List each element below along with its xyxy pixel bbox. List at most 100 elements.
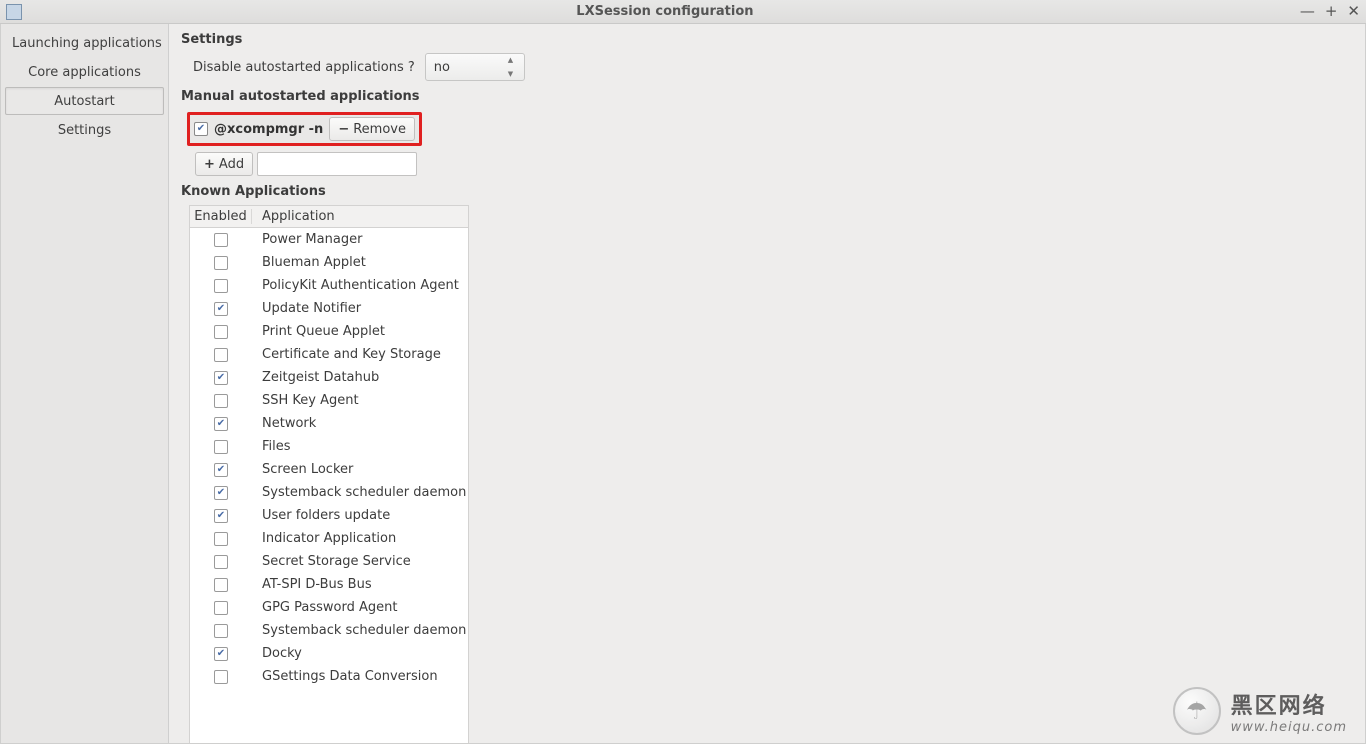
remove-button-label: Remove [353,122,406,137]
table-row[interactable]: Indicator Application [190,527,468,550]
row-enabled-checkbox[interactable] [214,256,228,270]
table-row[interactable]: Print Queue Applet [190,320,468,343]
row-app-name: Indicator Application [252,531,468,546]
row-app-name: Blueman Applet [252,255,468,270]
add-button[interactable]: + Add [195,152,253,176]
table-row[interactable]: Blueman Applet [190,251,468,274]
watermark-cn: 黑区网络 [1231,688,1347,720]
row-enabled-checkbox[interactable] [214,417,228,431]
sidebar-tab-autostart[interactable]: Autostart [5,87,164,115]
row-enabled-checkbox[interactable] [214,532,228,546]
row-enabled-checkbox[interactable] [214,509,228,523]
table-row[interactable]: Network [190,412,468,435]
table-row[interactable]: PolicyKit Authentication Agent [190,274,468,297]
row-enabled-checkbox[interactable] [214,670,228,684]
maximize-button[interactable]: + [1325,4,1338,19]
watermark-logo-icon: ☂ [1173,687,1221,735]
row-enabled-cell [190,578,252,592]
row-enabled-cell [190,509,252,523]
table-row[interactable]: Files [190,435,468,458]
table-row[interactable]: SSH Key Agent [190,389,468,412]
row-enabled-checkbox[interactable] [214,486,228,500]
row-app-name: Systemback scheduler daemon [252,623,468,638]
column-application[interactable]: Application [252,209,468,224]
row-enabled-cell [190,624,252,638]
minus-icon: − [338,122,349,137]
table-row[interactable]: Systemback scheduler daemon [190,481,468,504]
remove-button[interactable]: − Remove [329,117,415,141]
table-row[interactable]: Screen Locker [190,458,468,481]
sidebar-tab-core-applications[interactable]: Core applications [5,58,164,86]
row-enabled-checkbox[interactable] [214,302,228,316]
row-enabled-checkbox[interactable] [214,440,228,454]
row-enabled-checkbox[interactable] [214,463,228,477]
table-row[interactable]: GPG Password Agent [190,596,468,619]
table-header: Enabled Application [190,206,468,228]
manual-entry-checkbox[interactable] [194,122,208,136]
combo-spinner-icon: ▲▼ [508,56,518,78]
row-enabled-cell [190,325,252,339]
row-enabled-checkbox[interactable] [214,371,228,385]
row-enabled-checkbox[interactable] [214,601,228,615]
row-app-name: Network [252,416,468,431]
row-app-name: Certificate and Key Storage [252,347,468,362]
row-enabled-cell [190,532,252,546]
disable-autostart-value: no [434,60,450,75]
row-enabled-checkbox[interactable] [214,233,228,247]
table-row[interactable]: Zeitgeist Datahub [190,366,468,389]
row-app-name: User folders update [252,508,468,523]
sidebar-tab-settings[interactable]: Settings [5,116,164,144]
known-apps-table: Enabled Application Power Manager Blueman… [189,205,469,743]
row-enabled-checkbox[interactable] [214,578,228,592]
table-row[interactable]: Systemback scheduler daemon [190,619,468,642]
row-enabled-checkbox[interactable] [214,279,228,293]
table-row[interactable]: Secret Storage Service [190,550,468,573]
add-button-label: Add [219,157,244,172]
close-button[interactable]: ✕ [1347,4,1360,19]
row-enabled-checkbox[interactable] [214,394,228,408]
table-row[interactable]: Docky [190,642,468,665]
row-enabled-checkbox[interactable] [214,647,228,661]
add-entry-row: + Add [189,152,1353,176]
disable-autostart-combo[interactable]: no ▲▼ [425,53,525,81]
row-enabled-checkbox[interactable] [214,325,228,339]
minimize-button[interactable]: — [1300,4,1315,19]
row-app-name: GSettings Data Conversion [252,669,468,684]
table-row[interactable]: Certificate and Key Storage [190,343,468,366]
row-enabled-checkbox[interactable] [214,624,228,638]
sidebar: Launching applicationsCore applicationsA… [1,24,169,743]
settings-heading: Settings [181,32,1353,47]
row-enabled-cell [190,486,252,500]
table-row[interactable]: Update Notifier [190,297,468,320]
manual-autostart-entry: @xcompmgr -n − Remove [187,112,422,146]
window-title: LXSession configuration [30,4,1300,19]
sidebar-tab-launching-applications[interactable]: Launching applications [5,29,164,57]
manual-entry-command: @xcompmgr -n [214,122,323,137]
row-enabled-checkbox[interactable] [214,348,228,362]
table-row[interactable]: Power Manager [190,228,468,251]
plus-icon: + [204,157,215,172]
row-enabled-cell [190,256,252,270]
row-app-name: AT-SPI D-Bus Bus [252,577,468,592]
row-app-name: Screen Locker [252,462,468,477]
row-app-name: PolicyKit Authentication Agent [252,278,468,293]
row-app-name: Zeitgeist Datahub [252,370,468,385]
table-row[interactable]: User folders update [190,504,468,527]
watermark-text: 黑区网络 www.heiqu.com [1231,688,1347,735]
row-enabled-checkbox[interactable] [214,555,228,569]
row-enabled-cell [190,670,252,684]
client-area: Launching applicationsCore applicationsA… [0,24,1366,744]
watermark: ☂ 黑区网络 www.heiqu.com [1173,687,1347,735]
add-entry-input[interactable] [257,152,417,176]
row-enabled-cell [190,233,252,247]
table-row[interactable]: GSettings Data Conversion [190,665,468,688]
watermark-url: www.heiqu.com [1231,720,1347,735]
row-enabled-cell [190,417,252,431]
window-buttons: — + ✕ [1300,4,1360,19]
row-enabled-cell [190,394,252,408]
column-enabled[interactable]: Enabled [190,209,252,224]
table-row[interactable]: AT-SPI D-Bus Bus [190,573,468,596]
disable-autostart-row: Disable autostarted applications ? no ▲▼ [181,53,1353,81]
disable-autostart-label: Disable autostarted applications ? [181,60,415,75]
app-icon [6,4,22,20]
